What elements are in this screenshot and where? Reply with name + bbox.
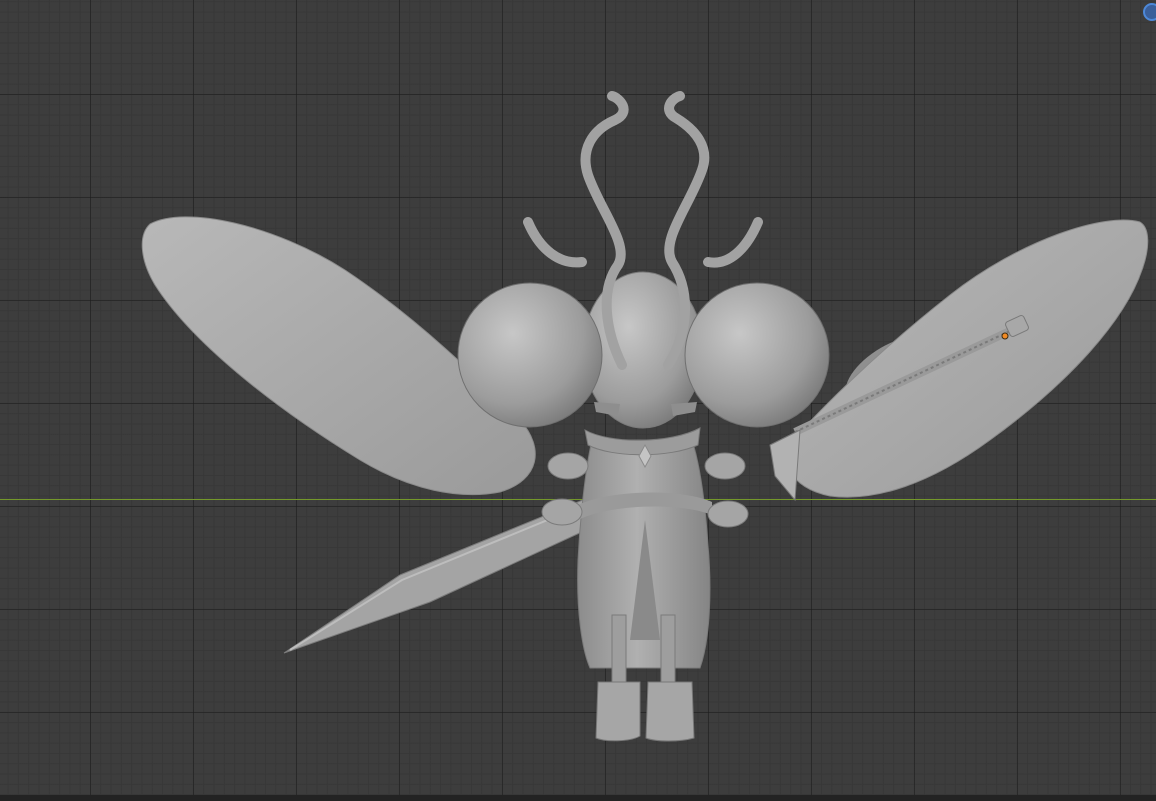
arm-left-lower (541, 498, 583, 526)
arm-right-upper (704, 452, 746, 480)
boot-right (645, 681, 695, 742)
arm-left-upper (547, 452, 589, 480)
leg-right (660, 614, 676, 688)
selection-origin-point[interactable] (1001, 332, 1009, 340)
eye-right (684, 282, 830, 428)
mandible-left (594, 402, 620, 416)
sword-guard (769, 429, 801, 502)
horn-right (703, 217, 763, 268)
navigation-gizmo-icon[interactable] (1143, 3, 1156, 21)
3d-viewport[interactable] (0, 0, 1156, 801)
leg-left (611, 614, 627, 688)
boot-left (595, 681, 641, 742)
viewport-bottom-border (0, 795, 1156, 801)
character-model[interactable] (0, 0, 1156, 801)
wing-right (787, 219, 1149, 498)
arm-right-lower (707, 500, 749, 528)
horn-left (523, 217, 587, 268)
mandible-right (671, 402, 697, 416)
eye-left (457, 282, 603, 428)
